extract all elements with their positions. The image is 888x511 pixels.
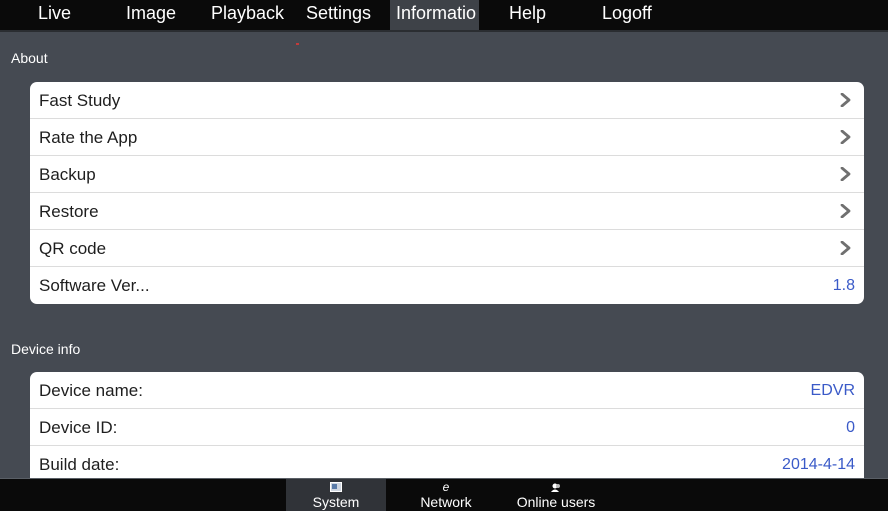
about-group: Fast Study Rate the App Backup Restore Q… [30, 82, 864, 304]
row-label: Device name: [39, 381, 143, 400]
about-row-qr-code[interactable]: QR code [30, 230, 864, 267]
tab-label: Online users [516, 494, 596, 510]
users-icon [506, 481, 606, 493]
top-nav: Live Image Playback Settings Informatio … [0, 0, 888, 32]
about-row-backup[interactable]: Backup [30, 156, 864, 193]
bottom-tab-bar: System e Network Online users [0, 478, 888, 511]
row-label: Software Ver... [39, 276, 150, 295]
tab-settings[interactable]: Settings [300, 0, 377, 30]
decorative-mark [296, 43, 299, 45]
chevron-right-icon [840, 93, 851, 107]
chevron-right-icon [840, 167, 851, 181]
about-row-fast-study[interactable]: Fast Study [30, 82, 864, 119]
row-label: Backup [39, 165, 96, 184]
row-label: QR code [39, 239, 107, 258]
device-row-build-date: Build date: 2014-4-14 [30, 446, 864, 478]
tab-system[interactable]: System [286, 479, 386, 511]
build-date-value: 2014-4-14 [782, 456, 855, 473]
tab-playback[interactable]: Playback [205, 0, 290, 30]
device-section-title: Device info [11, 341, 81, 357]
row-label: Device ID: [39, 418, 118, 437]
tab-network[interactable]: e Network [396, 479, 496, 511]
tab-live[interactable]: Live [32, 0, 77, 30]
tab-label: Network [420, 494, 472, 510]
tab-help[interactable]: Help [503, 0, 552, 30]
tab-logoff[interactable]: Logoff [596, 0, 658, 30]
about-section-title: About [11, 50, 48, 66]
chevron-right-icon [840, 130, 851, 144]
tab-image[interactable]: Image [120, 0, 182, 30]
row-label: Rate the App [39, 128, 138, 147]
tab-information[interactable]: Informatio [390, 0, 479, 30]
device-row-id: Device ID: 0 [30, 409, 864, 446]
system-icon [286, 481, 386, 493]
about-row-rate-app[interactable]: Rate the App [30, 119, 864, 156]
network-icon: e [442, 480, 450, 494]
row-label: Restore [39, 202, 99, 221]
row-label: Fast Study [39, 91, 121, 110]
row-label: Build date: [39, 455, 120, 474]
software-version-value: 1.8 [832, 277, 855, 294]
tab-label: System [312, 494, 360, 510]
device-name-value: EDVR [810, 382, 855, 399]
about-row-software-version: Software Ver... 1.8 [30, 267, 864, 304]
chevron-right-icon [840, 241, 851, 255]
about-row-restore[interactable]: Restore [30, 193, 864, 230]
device-id-value: 0 [846, 419, 855, 436]
tab-online-users[interactable]: Online users [506, 479, 606, 511]
device-group: Device name: EDVR Device ID: 0 Build dat… [30, 372, 864, 478]
chevron-right-icon [840, 204, 851, 218]
device-row-name: Device name: EDVR [30, 372, 864, 409]
